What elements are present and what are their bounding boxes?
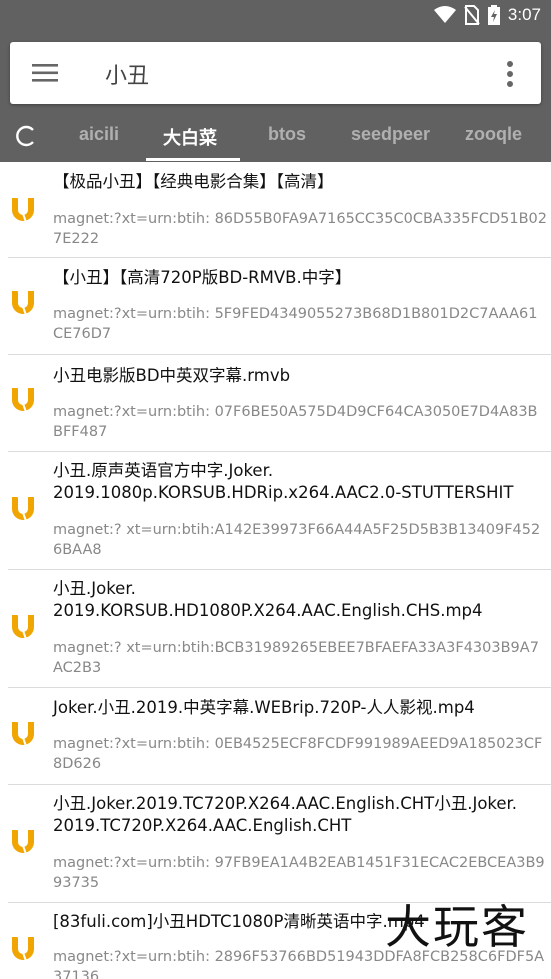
- magnet-icon: [12, 828, 34, 855]
- magnet-icon: [12, 386, 34, 413]
- result-magnet: magnet:?xt=urn:btih: 97FB9EA1A4B2EAB1451…: [53, 855, 545, 891]
- result-title: 小丑.原声英语官方中字.Joker. 2019.1080p.KORSUB.HDR…: [53, 461, 514, 502]
- magnet-icon: [12, 289, 34, 316]
- result-magnet: magnet:? xt=urn:btih:BCB31989265EBEE7BFA…: [53, 640, 539, 676]
- list-item[interactable]: 小丑电影版BD中英双字幕.rmvb magnet:?xt=urn:btih: 0…: [8, 355, 551, 452]
- result-title: 小丑.Joker.2019.TC720P.X264.AAC.English.CH…: [53, 794, 518, 835]
- status-bar: 3:07: [0, 0, 551, 32]
- list-item[interactable]: 小丑.原声英语官方中字.Joker. 2019.1080p.KORSUB.HDR…: [8, 452, 551, 570]
- result-magnet: magnet:?xt=urn:btih: 86D55B0FA9A7165CC35…: [53, 211, 547, 247]
- magnet-icon: [12, 613, 34, 640]
- tab-dabaicai[interactable]: 大白菜: [163, 124, 217, 150]
- results-list: 【极品小丑】【经典电影合集】【高清】 magnet:?xt=urn:btih: …: [0, 162, 551, 979]
- result-title: 【小丑】【高清720P版BD-RMVB.中字】: [53, 268, 352, 287]
- no-sim-icon: [464, 5, 480, 25]
- magnet-icon: [12, 720, 34, 747]
- tab-zooqle[interactable]: zooqle: [465, 124, 522, 145]
- wifi-icon: [433, 6, 456, 23]
- result-magnet: magnet:? xt=urn:btih:A142E39973F66A44A5F…: [53, 522, 541, 558]
- status-time: 3:07: [507, 5, 541, 24]
- magnet-icon: [12, 495, 34, 522]
- tab-btos[interactable]: btos: [268, 124, 306, 145]
- active-tab-indicator: [146, 158, 240, 161]
- list-item[interactable]: Joker.小丑.2019.中英字幕.WEBrip.720P-人人影视.mp4 …: [8, 688, 551, 785]
- menu-icon[interactable]: [32, 62, 58, 84]
- list-item[interactable]: 小丑.Joker.2019.TC720P.X264.AAC.English.CH…: [8, 785, 551, 903]
- magnet-icon: [12, 196, 34, 223]
- list-item[interactable]: 【小丑】【高清720P版BD-RMVB.中字】 magnet:?xt=urn:b…: [8, 258, 551, 355]
- tab-aicili[interactable]: aicili: [79, 124, 119, 145]
- search-bar[interactable]: 小丑: [10, 42, 541, 104]
- battery-charging-icon: [487, 5, 500, 25]
- result-title: 小丑电影版BD中英双字幕.rmvb: [53, 366, 291, 385]
- search-query[interactable]: 小丑: [105, 58, 149, 90]
- magnet-icon: [12, 935, 34, 962]
- watermark: 大玩客: [385, 900, 529, 954]
- status-icons: 3:07: [433, 5, 541, 25]
- result-title: 小丑.Joker. 2019.KORSUB.HD1080P.X264.AAC.E…: [53, 579, 483, 620]
- result-title: Joker.小丑.2019.中英字幕.WEBrip.720P-人人影视.mp4: [53, 698, 475, 717]
- list-item[interactable]: 小丑.Joker. 2019.KORSUB.HD1080P.X264.AAC.E…: [8, 570, 551, 688]
- tab-seedpeer[interactable]: seedpeer: [351, 124, 430, 145]
- result-title: 【极品小丑】【经典电影合集】【高清】: [53, 172, 334, 191]
- result-magnet: magnet:?xt=urn:btih: 0EB4525ECF8FCDF9919…: [53, 736, 543, 772]
- result-magnet: magnet:?xt=urn:btih: 5F9FED4349055273B68…: [53, 306, 538, 342]
- source-tabs: aicili 大白菜 btos seedpeer zooqle: [0, 110, 551, 162]
- list-item[interactable]: 【极品小丑】【经典电影合集】【高清】 magnet:?xt=urn:btih: …: [8, 162, 551, 258]
- more-vert-icon[interactable]: [505, 60, 515, 88]
- refresh-icon[interactable]: [14, 124, 38, 148]
- result-magnet: magnet:?xt=urn:btih: 07F6BE50A575D4D9CF6…: [53, 404, 538, 440]
